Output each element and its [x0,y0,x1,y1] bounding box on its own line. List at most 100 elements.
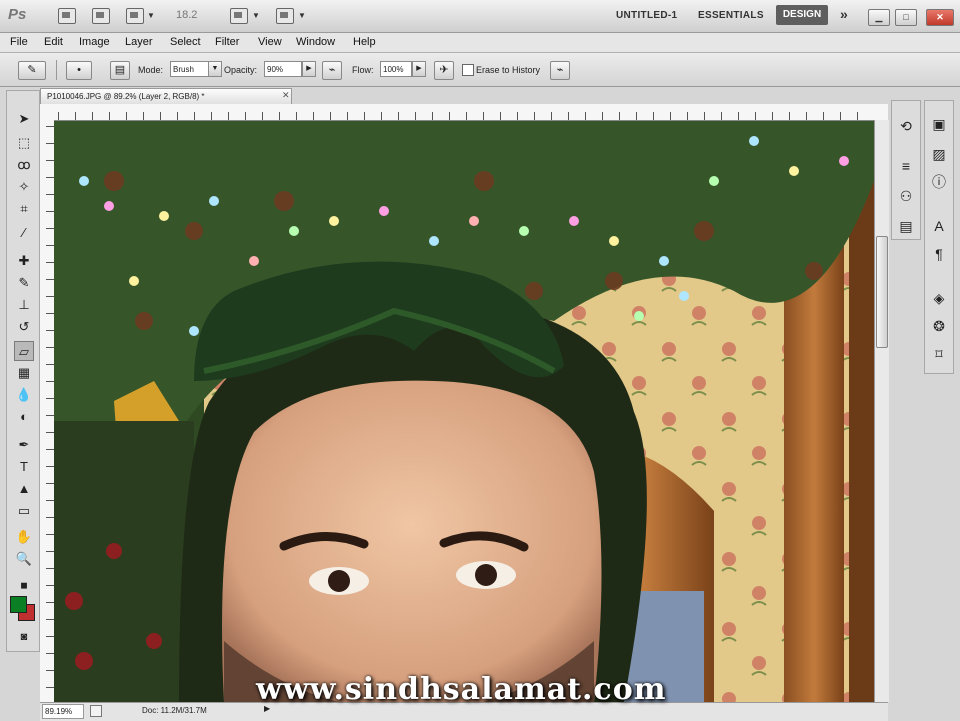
pressure-size-icon[interactable]: ⌁ [550,61,570,80]
menu-image[interactable]: Image [79,36,110,48]
spot-heal-tool-icon[interactable]: ✚ [14,251,34,271]
character-panel-icon[interactable]: A [930,217,948,235]
clone-source-icon[interactable]: ⚇ [897,187,915,205]
image-canvas[interactable] [54,121,874,702]
menu-window[interactable]: Window [296,36,335,48]
gradient-tool-icon[interactable]: ▦ [14,363,34,383]
menu-edit[interactable]: Edit [44,36,63,48]
arrange-documents-icon[interactable] [230,8,248,24]
dodge-tool-icon[interactable]: ◐ [14,407,34,427]
screen-mode-icon[interactable] [276,8,294,24]
history-panel-icon[interactable]: ⟲ [897,117,915,135]
lasso-tool-icon[interactable]: ꝏ [14,155,34,175]
channels-panel-icon[interactable]: ❂ [930,317,948,335]
ruler-tick [46,534,54,535]
color-panel-icon[interactable]: ▣ [930,115,948,133]
move-tool-icon[interactable]: ➤ [14,109,34,129]
ruler-tick [653,112,654,120]
blur-tool-icon[interactable]: 💧 [14,385,34,405]
menu-file[interactable]: File [10,36,28,48]
workspace-design[interactable]: DESIGN [776,5,828,25]
website-watermark: www.sindhsalamat.com [256,672,667,707]
flow-field[interactable]: 100% [380,61,412,77]
close-tab-icon[interactable]: ✕ [282,90,290,101]
more-workspaces-icon[interactable]: » [840,6,848,22]
ruler-tick [313,112,314,120]
hand-tool-icon[interactable]: ✋ [14,527,34,547]
ruler-tick [466,112,467,120]
chevron-down-icon[interactable]: ▼ [252,11,260,20]
ruler-tick [46,160,54,161]
shape-tool-icon[interactable]: ▭ [14,501,34,521]
workspace-untitled[interactable]: UNTITLED-1 [616,10,677,21]
ruler-tick [46,585,54,586]
info-panel-icon[interactable]: ⓘ [930,173,948,191]
ruler-tick [364,112,365,120]
menu-view[interactable]: View [258,36,282,48]
ruler-tick [46,143,54,144]
brush-tool-icon[interactable]: ✎ [14,273,34,293]
airbrush-icon[interactable]: ✈ [434,61,454,80]
zoom-status-field[interactable]: 89.19% [42,704,84,719]
type-tool-icon[interactable]: T [14,457,34,477]
menu-filter[interactable]: Filter [215,36,239,48]
chevron-down-icon[interactable]: ▼ [147,11,155,20]
ruler-tick [619,112,620,120]
menu-select[interactable]: Select [170,36,201,48]
status-preview-icon[interactable] [90,705,102,717]
paths-panel-icon[interactable]: ⌑ [930,345,948,363]
history-brush-tool-icon[interactable]: ↺ [14,317,34,337]
ruler-tick [568,112,569,120]
ruler-tick [160,112,161,120]
mode-select[interactable]: Brush [170,61,212,77]
chevron-down-icon[interactable]: ▼ [298,11,306,20]
eyedropper-tool-icon[interactable]: ⁄ [14,223,34,243]
ruler-tick [551,112,552,120]
ruler-tick [296,112,297,120]
path-select-tool-icon[interactable]: ▲ [14,479,34,499]
tool-presets-icon[interactable]: ▤ [897,217,915,235]
view-extras-icon[interactable] [126,8,144,24]
quick-mask-icon[interactable]: ◙ [14,627,34,647]
ruler-tick [415,112,416,120]
pressure-opacity-icon[interactable]: ⌁ [322,61,342,80]
tool-preset-picker[interactable]: ✎ [18,61,46,80]
minimize-button[interactable]: ▁ [868,9,890,26]
pen-tool-icon[interactable]: ✒ [14,435,34,455]
default-colors-icon[interactable]: ◼ [14,575,34,595]
clone-stamp-tool-icon[interactable]: ⊥ [14,295,34,315]
zoom-level[interactable]: 18.2 [176,9,197,21]
marquee-tool-icon[interactable]: ⬚ [14,133,34,153]
opacity-slider-button[interactable]: ▶ [302,61,316,77]
ruler-tick [840,112,841,120]
layers-panel-icon[interactable]: ◈ [930,289,948,307]
ruler-tick [721,112,722,120]
launch-minibridge-icon[interactable] [92,8,110,24]
ruler-tick [330,112,331,120]
close-button[interactable]: ✕ [926,9,954,26]
menu-help[interactable]: Help [353,36,376,48]
menu-layer[interactable]: Layer [125,36,153,48]
ruler-tick [46,568,54,569]
quick-select-tool-icon[interactable]: ✧ [14,177,34,197]
crop-tool-icon[interactable]: ⌗ [14,199,34,219]
flow-slider-button[interactable]: ▶ [412,61,426,77]
paragraph-panel-icon[interactable]: ¶ [930,245,948,263]
chevron-down-icon[interactable]: ▼ [208,61,222,77]
zoom-tool-icon[interactable]: 🔍 [14,549,34,569]
brush-presets-icon[interactable]: ≡ [897,157,915,175]
erase-to-history-checkbox[interactable] [462,64,474,76]
opacity-field[interactable]: 90% [264,61,302,77]
vertical-scrollbar[interactable] [874,120,889,702]
swatches-panel-icon[interactable]: ▨ [930,145,948,163]
launch-bridge-icon[interactable] [58,8,76,24]
scrollbar-thumb[interactable] [876,236,888,348]
foreground-color-swatch[interactable] [10,596,27,613]
brush-preset-picker[interactable]: • [66,61,92,80]
eraser-tool-icon[interactable]: ▱ [14,341,34,361]
ruler-tick [46,313,54,314]
maximize-button[interactable]: □ [895,9,917,26]
document-tab[interactable]: P1010046.JPG @ 89.2% (Layer 2, RGB/8) * [40,88,292,104]
workspace-essentials[interactable]: ESSENTIALS [698,10,764,21]
brush-panel-toggle-icon[interactable]: ▤ [110,61,130,80]
